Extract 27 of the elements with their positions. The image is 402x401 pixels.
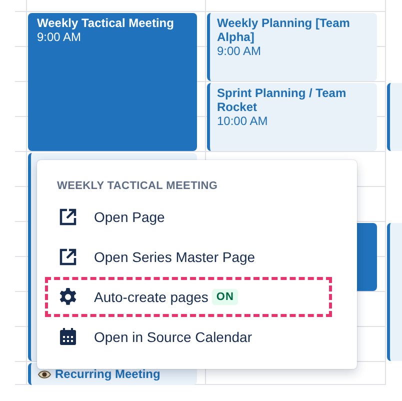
calendar-event[interactable]: Sprint Planning / Team Rocket 10:00 AM: [207, 83, 377, 151]
menu-item[interactable]: Open Page: [37, 197, 357, 237]
external-link-icon: [58, 247, 78, 267]
menu-label: Open Page: [94, 209, 165, 225]
calendar-icon: [58, 327, 78, 347]
event-title: Weekly Planning [Team Alpha]: [217, 16, 351, 44]
event-time: 10:00 AM: [217, 114, 269, 128]
menu-label: Open in Source Calendar: [94, 329, 252, 345]
calendar-event[interactable]: Weekly Tactical Meeting 9:00 AM: [28, 13, 197, 151]
event-title: Weekly Tactical Meeting: [37, 16, 175, 30]
eye-icon: [38, 370, 51, 379]
event-time: 9:00 AM: [37, 30, 82, 44]
settings-icon: [58, 287, 78, 307]
calendar-event[interactable]: [387, 223, 402, 361]
calendar-event[interactable]: Weekly Planning [Team Alpha] 9:00 AM: [207, 13, 377, 81]
event-title: Recurring Meeting: [55, 367, 160, 381]
status-badge: ON: [212, 289, 238, 305]
menu-heading: WEEKLY TACTICAL MEETING: [56, 180, 218, 192]
menu-item[interactable]: Open in Source Calendar: [37, 317, 357, 357]
event-title: Sprint Planning / Team Rocket: [217, 86, 348, 114]
event-time: 9:00 AM: [217, 44, 262, 58]
menu-label: Open Series Master Page: [94, 249, 256, 265]
menu-item[interactable]: Open Series Master Page: [37, 237, 357, 277]
external-link-icon: [58, 207, 78, 227]
menu-item[interactable]: Auto-create pages ON: [45, 277, 332, 317]
calendar-event[interactable]: [387, 83, 402, 151]
menu-label: Auto-create pages: [94, 289, 208, 305]
